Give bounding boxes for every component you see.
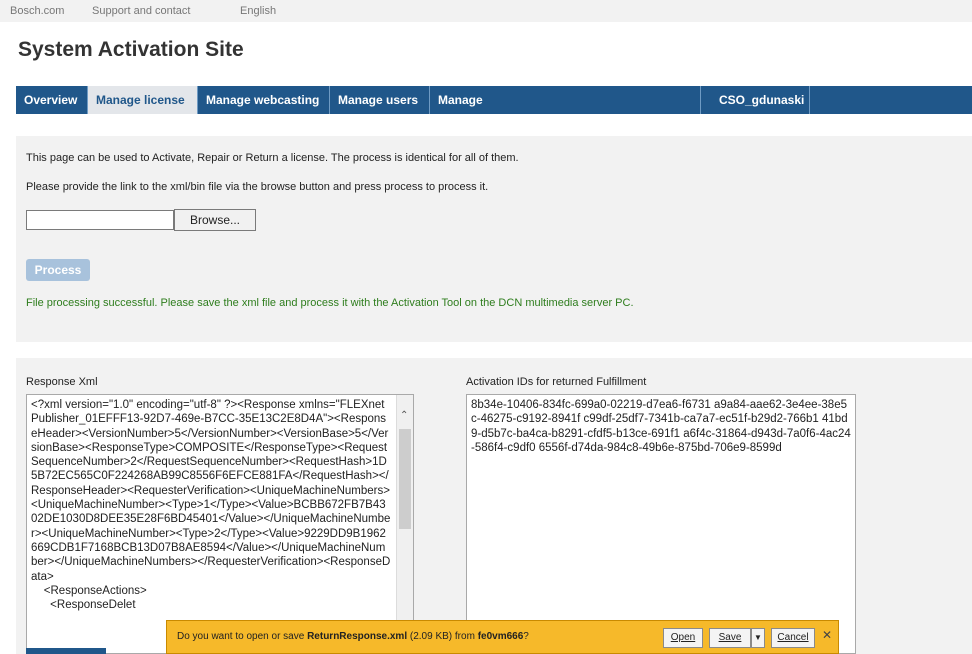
response-xml-content: <?xml version="1.0" encoding="utf-8" ?><… — [31, 399, 391, 612]
tab-manage-dealers[interactable]: Manage dealers — [430, 86, 530, 135]
process-button[interactable]: Process — [26, 259, 90, 281]
cancel-download-button[interactable]: Cancel — [771, 628, 815, 648]
user-account-menu[interactable]: CSO_gdunaski — [700, 86, 810, 114]
xml-vertical-scrollbar[interactable]: ⌃ — [396, 395, 413, 653]
instructions-text: Please provide the link to the xml/bin f… — [26, 181, 489, 193]
intro-text: This page can be used to Activate, Repai… — [26, 152, 519, 164]
response-xml-label: Response Xml — [26, 376, 98, 388]
link-support-and-contact[interactable]: Support and contact — [92, 5, 190, 17]
download-prompt-text: Do you want to open or save ReturnRespon… — [177, 631, 529, 642]
main-navigation: Overview Manage license Manage webcastin… — [16, 86, 972, 135]
save-file-button[interactable]: Save — [709, 628, 751, 648]
save-options-dropdown-icon[interactable]: ▼ — [751, 628, 765, 648]
file-path-input[interactable] — [26, 210, 174, 230]
tab-manage-users[interactable]: Manage users — [330, 86, 430, 114]
close-icon[interactable]: ✕ — [822, 628, 832, 642]
download-notification-bar: Do you want to open or save ReturnRespon… — [166, 620, 839, 654]
download-host: fe0vm666 — [477, 631, 524, 642]
download-filename: ReturnResponse.xml — [307, 631, 408, 642]
tab-overview[interactable]: Overview — [16, 86, 88, 114]
browse-button[interactable]: Browse... — [174, 209, 256, 231]
license-process-panel: This page can be used to Activate, Repai… — [16, 136, 972, 342]
link-bosch-com[interactable]: Bosch.com — [10, 5, 64, 17]
activation-ids-label: Activation IDs for returned Fulfillment — [466, 376, 647, 388]
response-xml-textarea[interactable]: <?xml version="1.0" encoding="utf-8" ?><… — [26, 394, 414, 654]
link-language-english[interactable]: English — [240, 5, 276, 17]
tab-manage-license[interactable]: Manage license — [88, 86, 198, 114]
success-message: File processing successful. Please save … — [26, 297, 634, 309]
scroll-up-icon[interactable]: ⌃ — [400, 409, 408, 423]
top-utility-bar: Bosch.com Support and contact English — [0, 0, 972, 22]
activation-ids-textarea[interactable]: 8b34e-10406-834fc-699a0-02219-d7ea6-f673… — [466, 394, 856, 654]
page-title: System Activation Site — [18, 38, 244, 61]
partial-button[interactable] — [26, 648, 106, 654]
response-panel: Response Xml Activation IDs for returned… — [16, 358, 972, 654]
open-file-button[interactable]: Open — [663, 628, 703, 648]
scrollbar-thumb[interactable] — [399, 429, 411, 529]
tab-manage-webcasting[interactable]: Manage webcasting — [198, 86, 330, 114]
